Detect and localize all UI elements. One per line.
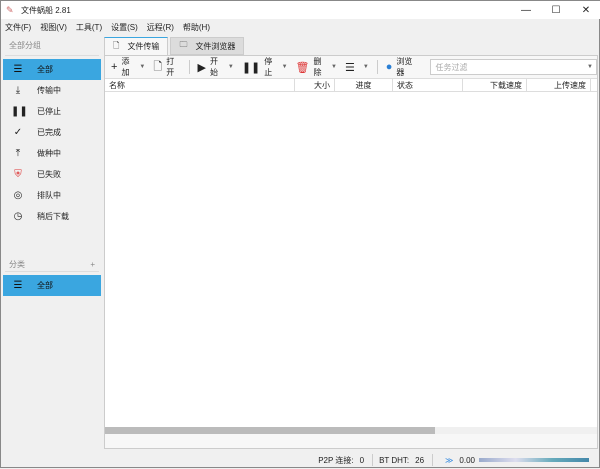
menu-bar: 文件(F) 视图(V) 工具(T) 设置(S) 远程(R) 帮助(H): [1, 19, 600, 35]
add-button[interactable]: + 添加 ▼: [111, 56, 145, 78]
download-icon: ⤓: [15, 85, 21, 96]
clock-icon: ◷: [13, 211, 23, 222]
category-label: 分类: [9, 259, 25, 269]
delete-label: 删除: [313, 57, 322, 77]
menu-icon: ☰: [13, 64, 23, 75]
window-title: 文件蜗船 2.81: [21, 5, 71, 15]
add-label: 添加: [121, 57, 130, 77]
sidebar-item-label: 做种中: [37, 149, 61, 158]
stop-label: 停止: [264, 57, 273, 77]
status-bar: P2P 连接: 0 BT DHT: 26 ≫ 0.00: [1, 451, 600, 469]
tab-label: 文件传输: [127, 42, 160, 51]
sidebar-item-label: 已停止: [37, 107, 61, 116]
menu-settings[interactable]: 设置(S): [111, 22, 138, 33]
category-item-all[interactable]: ☰ 全部: [3, 275, 101, 296]
dht-label: BT DHT:: [379, 455, 410, 465]
close-button[interactable]: ✕: [571, 1, 600, 19]
play-icon: ▶: [197, 61, 207, 74]
col-download-speed[interactable]: 下载速度: [463, 79, 527, 91]
maximize-button[interactable]: ☐: [541, 1, 571, 19]
task-list[interactable]: [105, 92, 597, 434]
col-progress[interactable]: 进度: [335, 79, 393, 91]
folder-icon: 🗀: [179, 40, 188, 49]
speed-down-icon: ≫: [445, 455, 454, 465]
sidebar-item-label: 传输中: [37, 86, 61, 95]
chevron-down-icon: ▼: [139, 64, 146, 70]
browser-label: 浏览器: [396, 57, 413, 77]
chevron-down-icon[interactable]: ▼: [587, 64, 593, 70]
tab-file-transfer[interactable]: 🗋 文件传输: [104, 37, 169, 55]
file-icon: 🗋: [113, 40, 120, 50]
sidebar-item-label: 全部: [37, 65, 53, 74]
col-name[interactable]: 名称: [105, 79, 295, 91]
sidebar-item-label: 稍后下载: [37, 212, 69, 221]
col-status[interactable]: 状态: [393, 79, 463, 91]
compass-icon: ◎: [13, 190, 23, 201]
open-label: 打开: [166, 57, 175, 77]
delete-button[interactable]: 🗑 删除 ▼: [296, 56, 337, 78]
col-upload-speed[interactable]: 上传速度: [527, 79, 591, 91]
dht-count: 26: [415, 455, 425, 465]
minimize-button[interactable]: —: [511, 1, 541, 19]
sidebar-item[interactable]: ⤓ 传输中: [3, 80, 101, 101]
transfer-panel: + 添加 ▼ 🗋 打开 ▶ 开始 ▼ ❚❚ 停止 ▼ 🗑 删除 ▼ ☰ ▼ ● 浏览器 任务过滤 ▼ 名…: [104, 55, 598, 449]
chevron-down-icon: ▼: [331, 64, 337, 70]
p2p-label: P2P 连接:: [318, 455, 354, 465]
start-label: 开始: [210, 57, 219, 77]
pause-icon: ❚❚: [11, 106, 28, 117]
sidebar-item[interactable]: ◎ 排队中: [3, 185, 101, 206]
sidebar-item-label: 排队中: [37, 191, 61, 200]
tab-file-browser[interactable]: 🗀 文件浏览器: [170, 37, 245, 55]
menu-remote[interactable]: 远程(R): [147, 22, 174, 33]
browser-button[interactable]: ● 浏览器: [386, 56, 419, 78]
speed-graph: [479, 458, 589, 462]
file-open-icon: 🗋: [153, 60, 163, 73]
col-size[interactable]: 大小: [295, 79, 335, 91]
tab-label: 文件浏览器: [195, 41, 236, 51]
speed-value: 0.00: [459, 455, 475, 465]
chevron-down-icon: ▼: [227, 64, 234, 70]
chevron-down-icon: ▼: [281, 64, 288, 70]
sidebar-item[interactable]: ⤒ 做种中: [3, 143, 101, 164]
table-header: 名称 大小 进度 状态 下载速度 上传速度: [105, 78, 597, 92]
group-label: 全部分组: [9, 41, 41, 50]
menu-icon: ☰: [13, 280, 23, 291]
category-item-label: 全部: [37, 281, 53, 290]
toolbar: + 添加 ▼ 🗋 打开 ▶ 开始 ▼ ❚❚ 停止 ▼ 🗑 删除 ▼ ☰ ▼ ● 浏览器 任务过滤 ▼: [105, 56, 597, 78]
sidebar-item[interactable]: ◷ 稍后下载: [3, 206, 101, 227]
upload-icon: ⤒: [15, 148, 21, 159]
sidebar-item-label: 已失败: [37, 170, 61, 179]
check-icon: ✓: [13, 127, 23, 138]
sidebar-item[interactable]: ☰ 全部: [3, 59, 101, 80]
start-button[interactable]: ▶ 开始 ▼: [198, 56, 234, 78]
menu-help[interactable]: 帮助(H): [183, 22, 210, 33]
plus-icon: +: [111, 61, 118, 73]
stop-button[interactable]: ❚❚ 停止 ▼: [242, 56, 288, 78]
sidebar-item[interactable]: ❚❚ 已停止: [3, 101, 101, 122]
filter-placeholder: 任务过滤: [435, 62, 468, 72]
open-button[interactable]: 🗋 打开: [153, 56, 180, 78]
app-logo-icon: ✎: [6, 5, 14, 15]
trash-icon: 🗑: [295, 61, 310, 74]
globe-icon: ●: [385, 61, 393, 73]
scrollbar-thumb[interactable]: [105, 427, 435, 434]
sidebar: 全部分组 ☰ 全部 ⤓ 传输中 ❚❚ 已停止 ✓ 已完成 ⤒ 做种中 ⛨ 已失败 ◎ 排队中 ◷ 稍后下载 分…: [1, 35, 103, 451]
task-filter-input[interactable]: 任务过滤 ▼: [430, 59, 597, 75]
menu-file[interactable]: 文件(F): [5, 22, 31, 33]
sidebar-item-label: 已完成: [37, 128, 61, 137]
shield-alert-icon: ⛨: [14, 169, 22, 180]
add-category-button[interactable]: +: [90, 260, 95, 269]
chevron-down-icon: ▼: [362, 64, 369, 70]
sidebar-item[interactable]: ⛨ 已失败: [3, 164, 101, 185]
pause-icon: ❚❚: [241, 61, 261, 74]
horizontal-scrollbar[interactable]: [105, 427, 597, 434]
more-menu-button[interactable]: ☰ ▼: [345, 61, 369, 74]
menu-view[interactable]: 视图(V): [40, 22, 67, 33]
sidebar-item[interactable]: ✓ 已完成: [3, 122, 101, 143]
hamburger-icon: ☰: [344, 61, 355, 74]
menu-tools[interactable]: 工具(T): [76, 22, 102, 33]
p2p-count: 0: [359, 455, 365, 465]
title-bar: ✎ 文件蜗船 2.81 — ☐ ✕: [1, 1, 600, 19]
